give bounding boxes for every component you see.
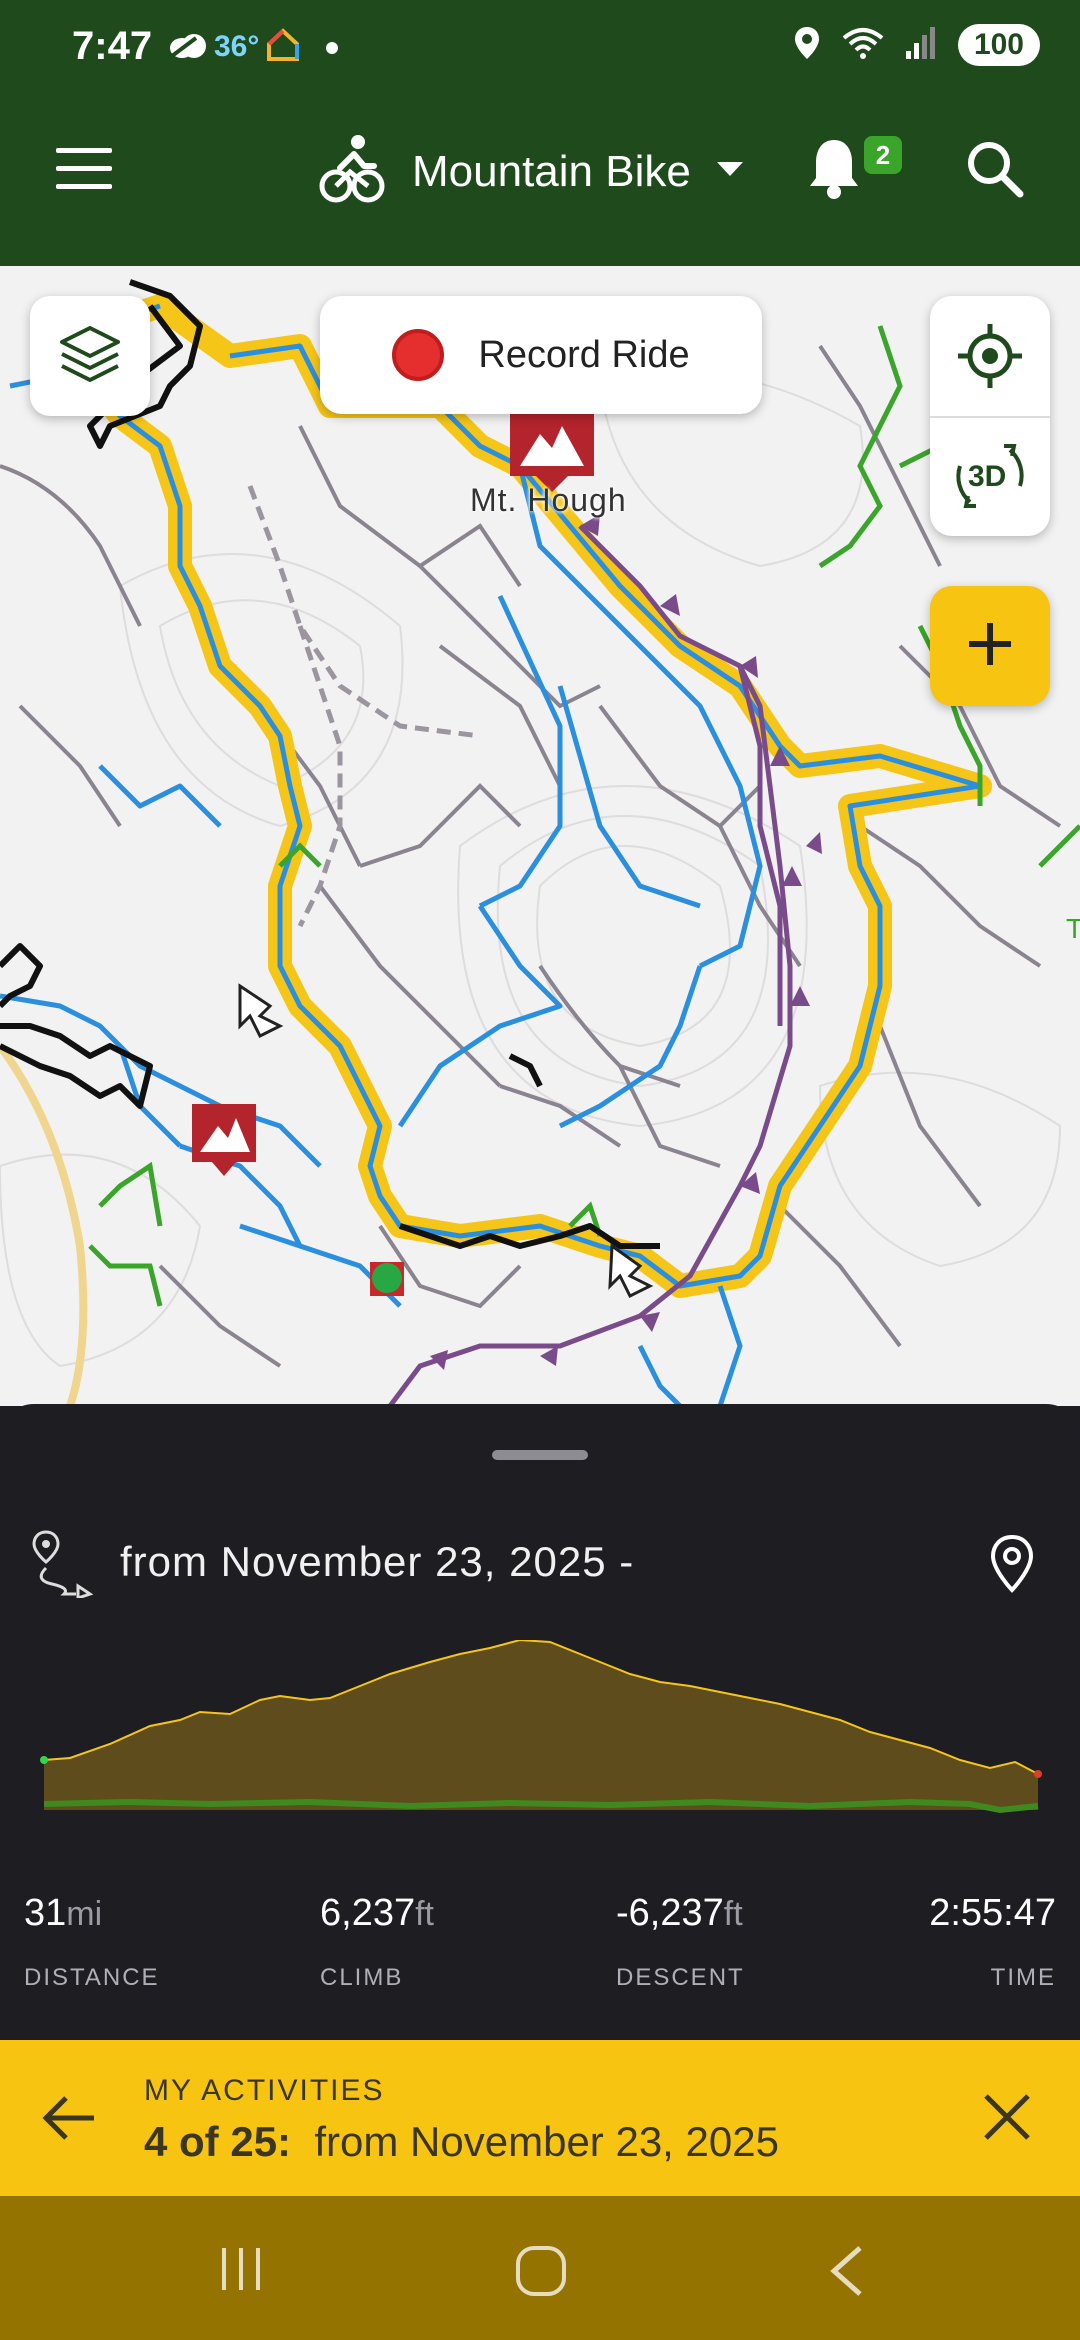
3d-label: 3D [968,460,1007,493]
banner-kicker: MY ACTIVITIES [144,2074,385,2107]
map-edge-label: T [1066,913,1080,944]
plus-icon [967,621,1013,672]
peak-label: Mt. Hough [470,482,627,518]
record-ride-button[interactable]: Record Ride [320,296,762,414]
bell-icon[interactable] [806,136,862,205]
stat-distance: 31mi DISTANCE [24,1892,158,1991]
stat-descent: -6,237ft DESCENT [616,1892,743,1991]
drag-handle[interactable] [492,1450,588,1460]
back-icon[interactable] [826,2244,866,2303]
route-detail-sheet: from November 23, 2025 - 31mi DISTANCE 6… [0,1404,1080,2040]
map-canvas[interactable]: T [0,266,1080,1406]
route-icon [30,1528,94,1603]
banner-title: 4 of 25: from November 23, 2025 [144,2118,779,2166]
stat-unit: mi [66,1895,103,1933]
crosshair-icon [958,324,1022,388]
arrow-left-icon [42,2096,94,2140]
banner-activity-title: from November 23, 2025 [314,2118,779,2165]
bike-icon [318,132,386,211]
stat-unit: ft [415,1895,434,1933]
stat-label: DISTANCE [24,1964,160,1991]
menu-icon-bar [56,184,112,189]
activity-selector[interactable]: Mountain Bike [318,132,743,211]
status-time: 7:47 [72,24,153,68]
system-nav-bar [0,2196,1080,2340]
map-view[interactable]: T Mt. Hough Record Ride 3D [0,266,1080,1406]
map-controls: 3D [930,296,1050,536]
peak-marker[interactable] [192,1104,256,1176]
record-ride-label: Record Ride [478,333,690,376]
stat-value: 31 [24,1892,67,1934]
activity-banner: MY ACTIVITIES 4 of 25: from November 23,… [0,2040,1080,2196]
status-bar: 7:47 36° 100 [0,0,1080,96]
stat-unit: ft [723,1895,743,1933]
search-icon[interactable] [966,140,1024,203]
weather-icon [168,30,208,65]
previous-activity-button[interactable] [40,2088,100,2153]
notification-badge: 2 [864,136,902,174]
battery-icon: 100 [957,24,1040,66]
stat-time: 2:55:47 TIME [929,1892,1056,1991]
stat-label: DESCENT [616,1964,745,1991]
layers-icon [58,324,122,389]
menu-icon-bar [56,148,112,153]
divider [930,416,1050,418]
activity-label: Mountain Bike [412,146,691,196]
wifi-icon [842,26,884,65]
dropdown-icon [716,162,743,181]
locate-button[interactable] [958,324,1022,393]
route-title: from November 23, 2025 - [120,1538,635,1585]
home-icon[interactable] [514,2244,568,2303]
stat-label: CLIMB [320,1964,404,1991]
banner-count: 4 of 25: [144,2118,292,2165]
signal-icon [905,26,936,64]
close-icon [984,2094,1030,2140]
layers-button[interactable] [30,296,150,416]
elevation-profile[interactable] [30,1640,1050,1840]
record-dot-icon [392,329,445,381]
status-temperature: 36° [214,30,260,63]
menu-button[interactable] [56,148,112,192]
home-app-icon [266,28,300,67]
menu-icon-bar [56,166,112,171]
stat-value: 6,237 [320,1892,416,1934]
close-button[interactable] [980,2090,1034,2149]
3d-button[interactable]: 3D [950,436,1030,516]
stat-climb: 6,237ft CLIMB [320,1892,434,1991]
dot-icon [326,42,338,54]
location-icon [794,26,820,65]
stat-value: 2:55:47 [929,1892,1056,1934]
app-bar: Mountain Bike 2 [0,96,1080,266]
recents-icon[interactable] [216,2244,266,2299]
location-pin-icon[interactable] [990,1534,1034,1599]
add-button[interactable] [930,586,1050,706]
stat-label: TIME [990,1964,1056,1991]
stat-value: -6,237 [616,1892,724,1934]
